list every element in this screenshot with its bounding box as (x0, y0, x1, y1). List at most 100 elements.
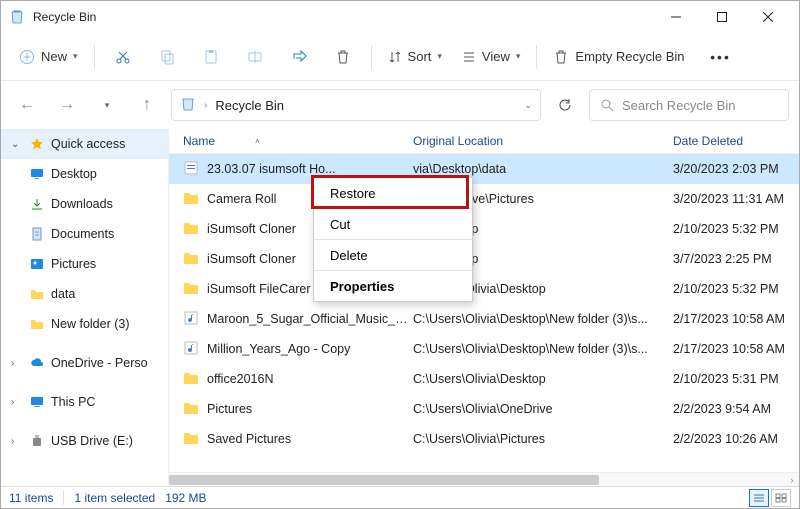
scroll-right-icon[interactable]: › (785, 473, 799, 487)
sidebar-item-onedrive[interactable]: › OneDrive - Perso (1, 348, 168, 378)
view-label: View (482, 49, 510, 64)
address-bar[interactable]: › Recycle Bin ⌄ (171, 89, 541, 121)
row-date: 3/7/2023 2:25 PM (673, 252, 799, 266)
table-row[interactable]: PicturesC:\Users\Olivia\OneDrive2/2/2023… (169, 394, 799, 424)
view-icon (462, 50, 476, 64)
row-location: via\Desktop\data (413, 162, 673, 176)
sidebar-item-pictures[interactable]: Pictures (1, 249, 168, 279)
context-restore[interactable]: Restore (314, 178, 472, 208)
copy-button[interactable] (147, 39, 187, 75)
column-original-location[interactable]: Original Location (413, 134, 673, 148)
folder-icon (183, 280, 201, 298)
plus-circle-icon (19, 49, 35, 65)
sidebar-item-label: data (51, 287, 75, 301)
minimize-button[interactable] (653, 1, 699, 33)
empty-recycle-bin-button[interactable]: Empty Recycle Bin (545, 39, 692, 75)
cloud-icon (29, 355, 45, 371)
sort-asc-icon: ˄ (255, 137, 260, 146)
column-headers: Name ˄ Original Location Date Deleted (169, 129, 799, 154)
details-view-button[interactable] (749, 489, 769, 507)
folder-icon (183, 370, 201, 388)
trash-icon (553, 49, 569, 65)
breadcrumb[interactable]: Recycle Bin (215, 98, 284, 113)
table-row[interactable]: Camera Rollvia\OneDrive\Pictures3/20/202… (169, 184, 799, 214)
trash-icon (335, 49, 351, 65)
cut-button[interactable] (103, 39, 143, 75)
row-date: 2/10/2023 5:32 PM (673, 222, 799, 236)
sort-button[interactable]: Sort ▾ (380, 39, 450, 75)
view-button[interactable]: View ▾ (454, 39, 528, 75)
download-icon (29, 196, 45, 212)
scrollbar-thumb[interactable] (169, 475, 599, 485)
share-button[interactable] (279, 39, 319, 75)
folder-icon (29, 286, 45, 302)
table-row[interactable]: Maroon_5_Sugar_Official_Music_Vi...C:\Us… (169, 304, 799, 334)
table-row[interactable]: iSumsoft Clonervia\Desktop2/10/2023 5:32… (169, 214, 799, 244)
folder-icon (183, 190, 201, 208)
document-icon (29, 226, 45, 242)
copy-icon (159, 49, 175, 65)
table-row[interactable]: iSumsoft Clonervia\Desktop3/7/2023 2:25 … (169, 244, 799, 274)
table-row[interactable]: Saved PicturesC:\Users\Olivia\Pictures2/… (169, 424, 799, 454)
sidebar-item-downloads[interactable]: Downloads (1, 189, 168, 219)
back-button[interactable]: ← (11, 89, 43, 121)
sidebar-item-desktop[interactable]: Desktop (1, 159, 168, 189)
sidebar: ⌄ Quick access Desktop Downloads Documen… (1, 129, 169, 486)
column-date-deleted[interactable]: Date Deleted (673, 134, 799, 148)
row-date: 3/20/2023 11:31 AM (673, 192, 799, 206)
music-file-icon (183, 340, 201, 358)
sidebar-item-this-pc[interactable]: › This PC (1, 387, 168, 417)
status-item-count: 11 items (9, 491, 53, 505)
row-name: Million_Years_Ago - Copy (207, 342, 413, 356)
clipboard-icon (203, 49, 219, 65)
pc-icon (29, 394, 45, 410)
refresh-button[interactable] (549, 89, 581, 121)
close-button[interactable] (745, 1, 791, 33)
sidebar-item-new-folder[interactable]: New folder (3) (1, 309, 168, 339)
context-properties[interactable]: Properties (314, 271, 472, 301)
row-location: C:\Users\Olivia\Desktop\New folder (3)\s… (413, 342, 673, 356)
new-button[interactable]: New ▾ (11, 39, 86, 75)
column-name[interactable]: Name ˄ (183, 134, 413, 148)
maximize-button[interactable] (699, 1, 745, 33)
table-row[interactable]: Million_Years_Ago - CopyC:\Users\Olivia\… (169, 334, 799, 364)
more-button[interactable]: ••• (701, 39, 741, 75)
row-name: Pictures (207, 402, 413, 416)
thumbnails-view-button[interactable] (771, 489, 791, 507)
recent-dropdown[interactable]: ▾ (91, 89, 123, 121)
up-button[interactable]: ↑ (131, 89, 163, 121)
chevron-down-icon[interactable]: ⌄ (524, 100, 532, 111)
folder-icon (183, 400, 201, 418)
sidebar-item-quick-access[interactable]: ⌄ Quick access (1, 129, 168, 159)
chevron-down-icon: ▾ (516, 51, 521, 62)
ellipsis-icon: ••• (710, 49, 731, 65)
table-row[interactable]: office2016NC:\Users\Olivia\Desktop2/10/2… (169, 364, 799, 394)
row-date: 2/2/2023 10:26 AM (673, 432, 799, 446)
search-input[interactable]: Search Recycle Bin (589, 89, 789, 121)
star-icon (29, 136, 45, 152)
doc-file-icon (183, 160, 201, 178)
row-name: office2016N (207, 372, 413, 386)
forward-button[interactable]: → (51, 89, 83, 121)
horizontal-scrollbar[interactable]: › (169, 472, 799, 486)
usb-icon (29, 433, 45, 449)
title-bar: Recycle Bin (1, 1, 799, 33)
folder-icon (29, 316, 45, 332)
row-date: 2/17/2023 10:58 AM (673, 342, 799, 356)
context-cut[interactable]: Cut (314, 209, 472, 239)
context-delete[interactable]: Delete (314, 240, 472, 270)
sidebar-item-label: Downloads (51, 197, 113, 211)
sidebar-item-usb[interactable]: › USB Drive (E:) (1, 426, 168, 456)
row-date: 2/17/2023 10:58 AM (673, 312, 799, 326)
rename-button[interactable] (235, 39, 275, 75)
sidebar-item-label: Quick access (51, 137, 125, 151)
sidebar-item-label: This PC (51, 395, 95, 409)
delete-button[interactable] (323, 39, 363, 75)
sidebar-item-documents[interactable]: Documents (1, 219, 168, 249)
sidebar-item-data[interactable]: data (1, 279, 168, 309)
paste-button[interactable] (191, 39, 231, 75)
chevron-down-icon: ▾ (437, 51, 442, 62)
table-row[interactable]: iSumsoft FileCarerC:\Users\Olivia\Deskto… (169, 274, 799, 304)
chevron-down-icon: ▾ (73, 51, 78, 62)
table-row[interactable]: 23.03.07 isumsoft Ho...via\Desktop\data3… (169, 154, 799, 184)
